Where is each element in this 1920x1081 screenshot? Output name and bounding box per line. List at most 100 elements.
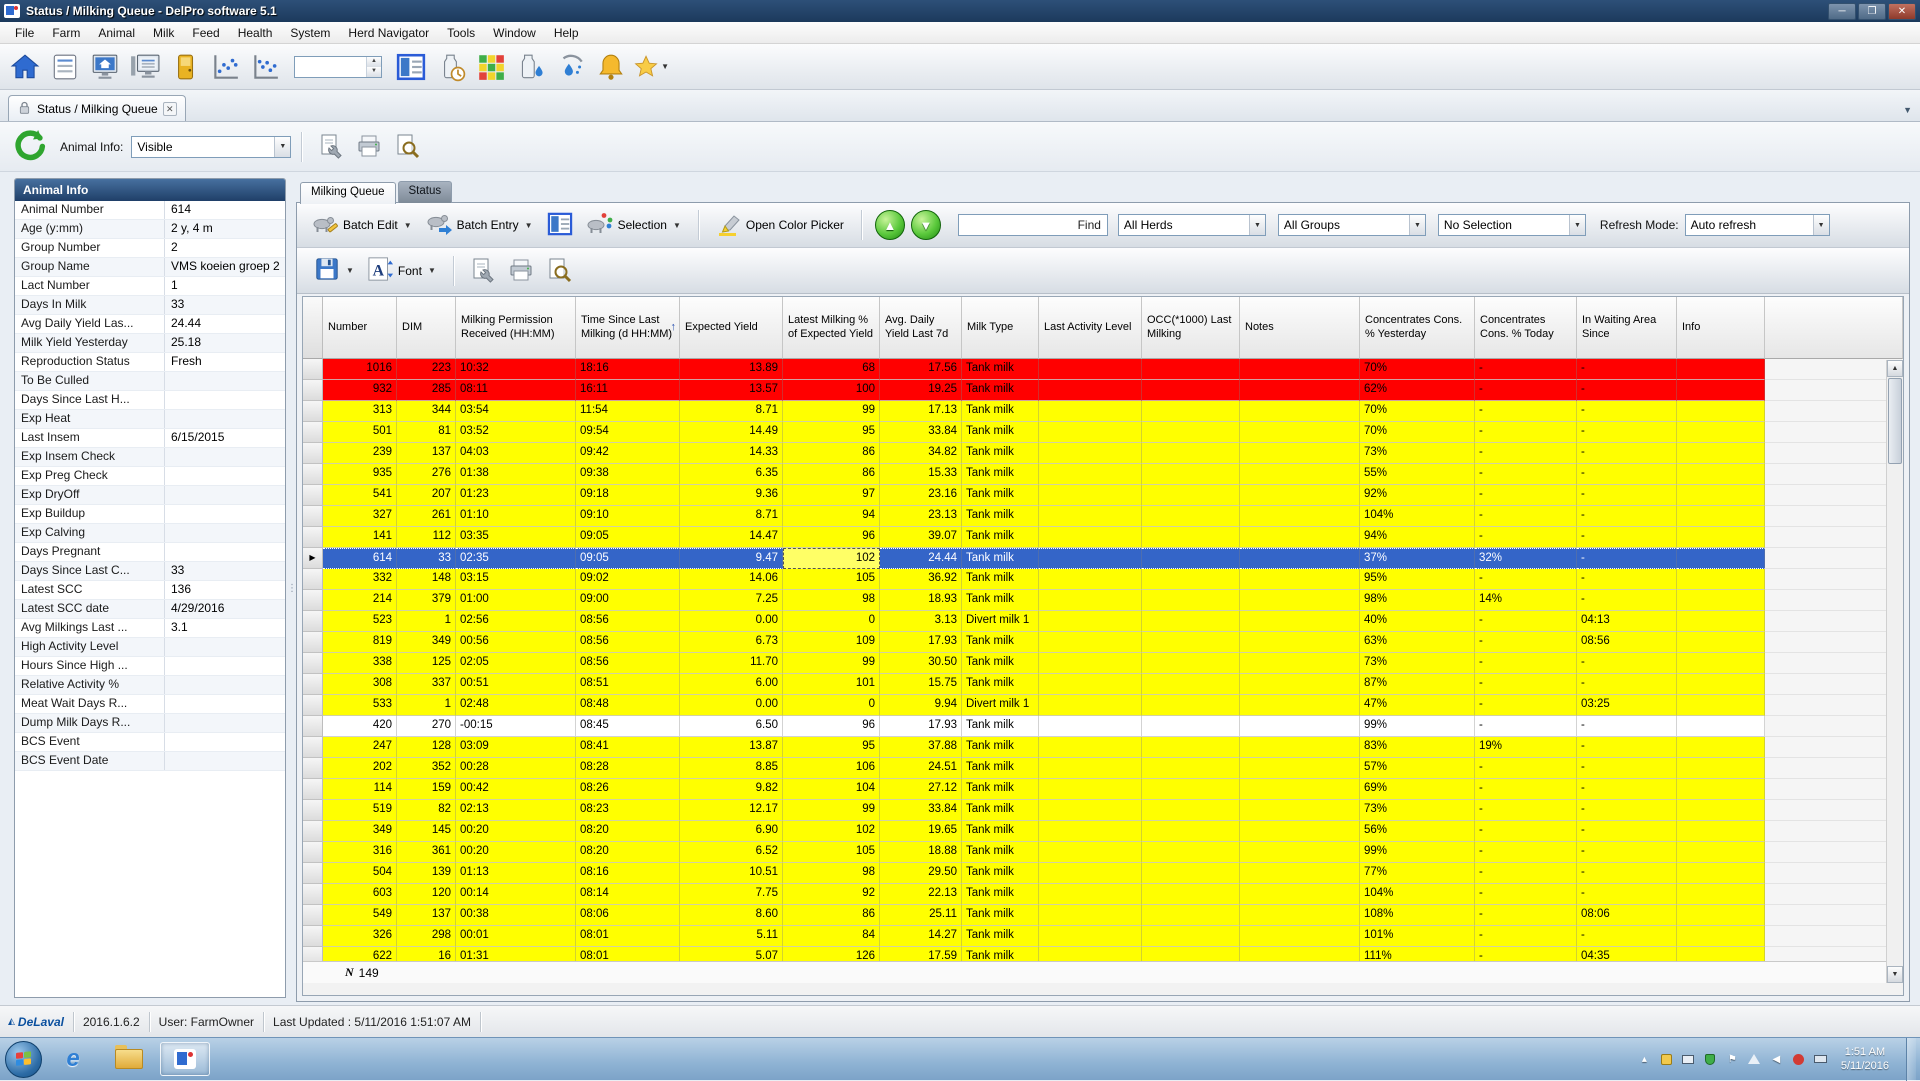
- menu-farm[interactable]: Farm: [43, 23, 89, 43]
- cell[interactable]: [1240, 842, 1360, 863]
- cell[interactable]: -: [1475, 716, 1577, 737]
- cell[interactable]: -: [1475, 359, 1577, 380]
- cell[interactable]: 83%: [1360, 737, 1475, 758]
- taskbar-internet-explorer[interactable]: e: [48, 1042, 98, 1076]
- cell[interactable]: 18.88: [880, 842, 962, 863]
- cell[interactable]: 23.16: [880, 485, 962, 506]
- cell[interactable]: 02:05: [456, 653, 576, 674]
- cell[interactable]: [1240, 611, 1360, 632]
- row-header[interactable]: [303, 884, 323, 905]
- vertical-scrollbar[interactable]: ▲ ▼: [1886, 360, 1903, 983]
- cell[interactable]: 14.47: [680, 527, 783, 548]
- cell[interactable]: 04:13: [1577, 611, 1677, 632]
- table-row-animal-549[interactable]: 54913700:3808:068.608625.11Tank milk108%…: [303, 905, 1903, 926]
- cell[interactable]: [1240, 926, 1360, 947]
- cell[interactable]: 86: [783, 464, 880, 485]
- row-header[interactable]: [303, 569, 323, 590]
- selection-filter-select[interactable]: No Selection ▼: [1438, 214, 1586, 236]
- cell[interactable]: -: [1577, 926, 1677, 947]
- row-header[interactable]: [303, 380, 323, 401]
- row-header[interactable]: [303, 821, 323, 842]
- cell[interactable]: Tank milk: [962, 758, 1039, 779]
- cell[interactable]: [1142, 695, 1240, 716]
- cell[interactable]: 223: [397, 359, 456, 380]
- cell[interactable]: [1142, 506, 1240, 527]
- animal-info-row[interactable]: Exp Insem Check: [15, 448, 285, 467]
- save-layout-button[interactable]: ▼: [307, 252, 361, 289]
- cell[interactable]: 137: [397, 443, 456, 464]
- cell[interactable]: [1039, 569, 1142, 590]
- cell[interactable]: 16:11: [576, 380, 680, 401]
- cell[interactable]: 102: [783, 548, 880, 569]
- cell[interactable]: 00:51: [456, 674, 576, 695]
- cell[interactable]: [1240, 485, 1360, 506]
- cell[interactable]: 09:42: [576, 443, 680, 464]
- cell[interactable]: -: [1475, 611, 1577, 632]
- navigate-home-icon[interactable]: [6, 48, 44, 86]
- milk-sample-clock-icon[interactable]: [432, 48, 470, 86]
- cell[interactable]: 00:56: [456, 632, 576, 653]
- cell[interactable]: -: [1577, 422, 1677, 443]
- cell[interactable]: -: [1475, 485, 1577, 506]
- animal-info-row[interactable]: Days Since Last H...: [15, 391, 285, 410]
- table-row-animal-141[interactable]: 14111203:3509:0514.479639.07Tank milk94%…: [303, 527, 1903, 548]
- taskbar-delpro[interactable]: [160, 1042, 210, 1076]
- table-row-animal-504[interactable]: 50413901:1308:1610.519829.50Tank milk77%…: [303, 863, 1903, 884]
- row-header[interactable]: [303, 485, 323, 506]
- farm-home-icon[interactable]: [86, 48, 124, 86]
- cell[interactable]: 09:02: [576, 569, 680, 590]
- cell[interactable]: [1039, 401, 1142, 422]
- cell[interactable]: [1039, 359, 1142, 380]
- cell[interactable]: 08:16: [576, 863, 680, 884]
- animal-info-row[interactable]: Latest SCC136: [15, 581, 285, 600]
- cell[interactable]: 09:00: [576, 590, 680, 611]
- column-header-expected-yield[interactable]: Expected Yield: [680, 297, 783, 359]
- cell[interactable]: [1677, 548, 1765, 569]
- cell[interactable]: Tank milk: [962, 947, 1039, 961]
- cell[interactable]: 7.75: [680, 884, 783, 905]
- cell[interactable]: [1677, 884, 1765, 905]
- cell[interactable]: [1039, 800, 1142, 821]
- table-row-animal-533[interactable]: 533102:4808:480.0009.94Divert milk 147%-…: [303, 695, 1903, 716]
- cell[interactable]: 14.06: [680, 569, 783, 590]
- cell[interactable]: 145: [397, 821, 456, 842]
- cell[interactable]: 02:48: [456, 695, 576, 716]
- cell[interactable]: 27.12: [880, 779, 962, 800]
- cell[interactable]: 125: [397, 653, 456, 674]
- cell[interactable]: Tank milk: [962, 380, 1039, 401]
- tray-battery-icon[interactable]: [1813, 1052, 1828, 1067]
- cell[interactable]: [1039, 527, 1142, 548]
- cell[interactable]: 00:20: [456, 842, 576, 863]
- cell[interactable]: -: [1475, 800, 1577, 821]
- cell[interactable]: [1039, 422, 1142, 443]
- cell[interactable]: 94%: [1360, 527, 1475, 548]
- menu-window[interactable]: Window: [484, 23, 545, 43]
- cell[interactable]: 104: [783, 779, 880, 800]
- table-row-animal-420[interactable]: 420270-00:1508:456.509617.93Tank milk99%…: [303, 716, 1903, 737]
- cell[interactable]: -: [1577, 548, 1677, 569]
- cell[interactable]: 361: [397, 842, 456, 863]
- animal-info-row[interactable]: Reproduction StatusFresh: [15, 353, 285, 372]
- cell[interactable]: [1240, 569, 1360, 590]
- cell[interactable]: Tank milk: [962, 716, 1039, 737]
- cell[interactable]: -: [1577, 569, 1677, 590]
- cell[interactable]: 73%: [1360, 800, 1475, 821]
- cell[interactable]: 30.50: [880, 653, 962, 674]
- cell[interactable]: 270: [397, 716, 456, 737]
- cell[interactable]: Tank milk: [962, 422, 1039, 443]
- cell[interactable]: [1240, 506, 1360, 527]
- cell[interactable]: [1142, 884, 1240, 905]
- cell[interactable]: Tank milk: [962, 842, 1039, 863]
- move-up-button[interactable]: ▲: [875, 210, 905, 240]
- cell[interactable]: 0.00: [680, 611, 783, 632]
- cell[interactable]: -: [1577, 758, 1677, 779]
- cell[interactable]: 349: [397, 632, 456, 653]
- tray-monitor-icon[interactable]: [1681, 1052, 1696, 1067]
- tray-shield-icon[interactable]: [1703, 1052, 1718, 1067]
- taskbar-file-explorer[interactable]: [104, 1042, 154, 1076]
- batch-entry-button[interactable]: Batch Entry▼: [419, 209, 540, 242]
- page-setup-icon[interactable]: [464, 252, 502, 290]
- print-preview-icon[interactable]: [540, 252, 578, 290]
- cell[interactable]: 00:28: [456, 758, 576, 779]
- table-row-animal-202[interactable]: 20235200:2808:288.8510624.51Tank milk57%…: [303, 758, 1903, 779]
